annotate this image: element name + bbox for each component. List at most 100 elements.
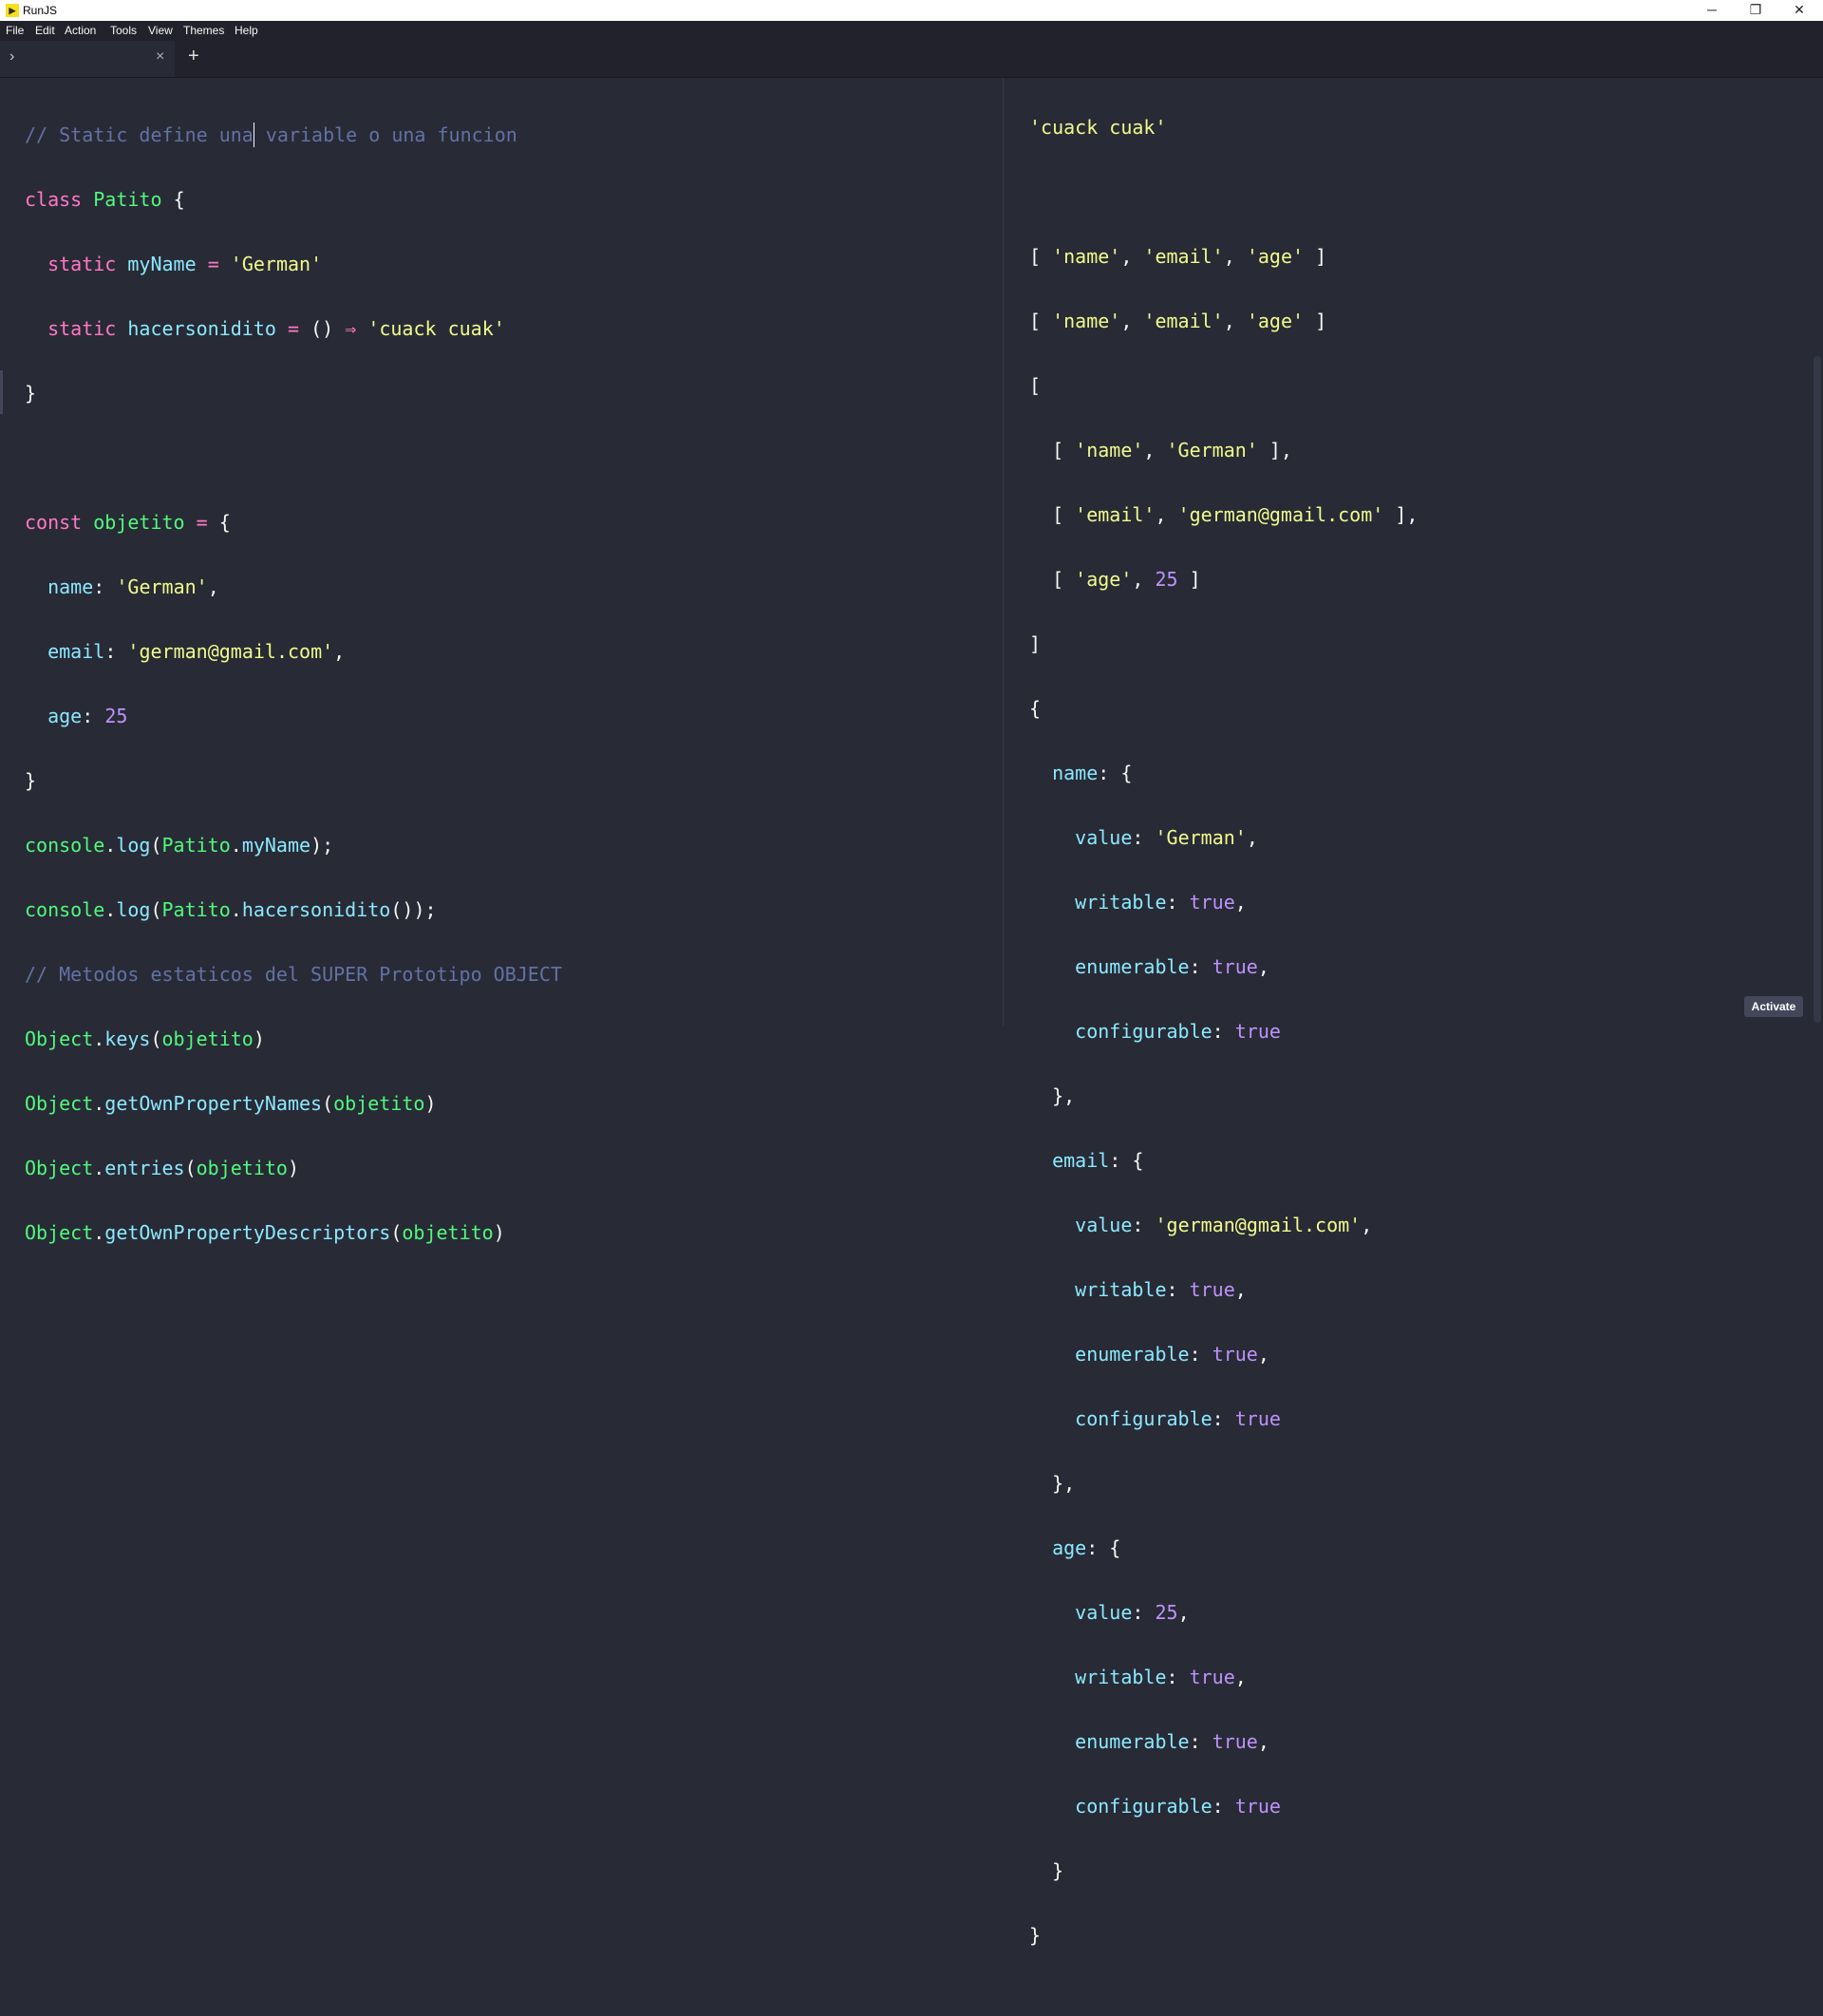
activate-button[interactable]: Activate	[1744, 996, 1803, 1017]
tab-bar: › × +	[0, 41, 1823, 78]
code-line-15: Object.keys(objetito)	[25, 1027, 265, 1050]
output-line: enumerable: true,	[1075, 1343, 1269, 1366]
output-line: enumerable: true,	[1075, 955, 1269, 978]
output-boolean: true	[1212, 1730, 1258, 1753]
output-boolean: true	[1189, 891, 1235, 914]
output-line: }	[1029, 1859, 1064, 1882]
output-line: value: 'german@gmail.com',	[1075, 1214, 1373, 1236]
output-key: configurable	[1075, 1407, 1212, 1430]
code-keyword: static	[47, 317, 117, 340]
output-line: [ 'age', 25 ]	[1029, 568, 1201, 591]
menu-tools[interactable]: Tools	[110, 24, 137, 37]
menu-themes[interactable]: Themes	[183, 24, 224, 37]
output-key: value	[1075, 826, 1133, 849]
output-key: enumerable	[1075, 1730, 1190, 1753]
output-string: 'german@gmail.com'	[1155, 1214, 1362, 1236]
code-object: console	[25, 834, 105, 857]
output-line: ]	[1029, 632, 1042, 655]
code-line-18: Object.getOwnPropertyDescriptors(objetit…	[25, 1221, 505, 1244]
code-object: Object	[25, 1092, 94, 1115]
code-number: 25	[104, 705, 128, 727]
output-line: writable: true,	[1075, 1278, 1247, 1301]
output-line: }	[1029, 1924, 1042, 1947]
code-line-4: static hacersonidito = () ⇒ 'cuack cuak'	[47, 317, 505, 340]
code-string: 'cuack cuak'	[367, 317, 505, 340]
code-method: log	[116, 898, 151, 921]
close-tab-icon[interactable]: ×	[156, 48, 164, 66]
menu-view[interactable]: View	[148, 24, 173, 37]
output-number: 25	[1155, 1601, 1178, 1624]
output-line: configurable: true	[1075, 1407, 1281, 1430]
menu-file[interactable]: File	[6, 24, 24, 37]
code-keyword: static	[47, 253, 117, 275]
code-line-1: // Static define una variable o una func…	[25, 119, 562, 151]
code-class-name: Patito	[161, 898, 231, 921]
output-key: writable	[1075, 891, 1167, 914]
output-line: configurable: true	[1075, 1020, 1281, 1043]
code-line-7: const objetito = {	[25, 511, 231, 534]
output-string: 'name'	[1052, 310, 1121, 332]
output-string: 'german@gmail.com'	[1177, 503, 1384, 526]
output-line: [	[1029, 374, 1042, 397]
close-window-button[interactable]: ✕	[1777, 0, 1821, 21]
menu-action[interactable]: Action	[65, 24, 96, 37]
output-key: writable	[1075, 1278, 1167, 1301]
menu-help[interactable]: Help	[235, 24, 258, 37]
output-line: configurable: true	[1075, 1795, 1281, 1818]
gutter-marker	[0, 370, 3, 414]
code-editor[interactable]: // Static define una variable o una func…	[0, 78, 1003, 1244]
chevron-right-icon: ›	[9, 48, 15, 65]
output-string: 'cuack cuak'	[1029, 116, 1167, 139]
code-class-name: Patito	[93, 188, 162, 211]
output-line: [ 'name', 'email', 'age' ]	[1029, 310, 1327, 332]
code-variable: objetito	[161, 1027, 254, 1050]
code-method: log	[116, 834, 151, 857]
output-line: },	[1029, 1472, 1076, 1495]
tab-untitled[interactable]: › ×	[0, 41, 175, 77]
code-variable: objetito	[196, 1157, 288, 1179]
code-key: email	[47, 640, 105, 663]
output-key: configurable	[1075, 1020, 1212, 1043]
output-line: value: 25,	[1075, 1601, 1190, 1624]
code-string: 'German'	[116, 575, 208, 598]
code-line-5: }	[25, 382, 37, 405]
code-keyword: class	[25, 188, 83, 211]
code-line-2: class Patito {	[25, 188, 185, 211]
add-tab-button[interactable]: +	[188, 46, 199, 67]
code-object: console	[25, 898, 105, 921]
output-line: [ 'name', 'email', 'age' ]	[1029, 245, 1327, 268]
code-string: 'German'	[230, 253, 323, 275]
output-boolean: true	[1234, 1795, 1281, 1818]
menu-bar: File Edit Action Tools View Themes Help	[0, 21, 1823, 41]
code-key: name	[47, 575, 94, 598]
code-object: Object	[25, 1027, 94, 1050]
title-bar: ▶ RunJS ─ ❐ ✕	[0, 0, 1823, 21]
code-method: keys	[104, 1027, 151, 1050]
output-string: 'German'	[1155, 826, 1247, 849]
maximize-button[interactable]: ❐	[1734, 0, 1777, 21]
output-code: 'cuack cuak' [ 'name', 'email', 'age' ] …	[1029, 79, 1418, 2016]
menu-edit[interactable]: Edit	[35, 24, 55, 37]
output-key: age	[1052, 1536, 1087, 1559]
output-string: 'name'	[1075, 439, 1144, 462]
output-key: enumerable	[1075, 1343, 1190, 1366]
output-string: 'email'	[1143, 245, 1224, 268]
minimize-button[interactable]: ─	[1690, 0, 1734, 21]
output-line: writable: true,	[1075, 891, 1247, 914]
code-property: myName	[241, 834, 311, 857]
code-property: hacersonidito	[241, 898, 391, 921]
code-method: getOwnPropertyNames	[104, 1092, 323, 1115]
editor-code[interactable]: // Static define una variable o una func…	[25, 86, 562, 1313]
output-key: configurable	[1075, 1795, 1212, 1818]
code-property: myName	[127, 253, 197, 275]
output-line: name: {	[1052, 762, 1133, 784]
output-key: email	[1052, 1149, 1110, 1172]
code-object: Object	[25, 1221, 94, 1244]
output-string: 'email'	[1143, 310, 1224, 332]
output-scrollbar[interactable]	[1814, 356, 1821, 1023]
code-comment: variable o una funcion	[254, 123, 517, 146]
output-key: writable	[1075, 1666, 1167, 1688]
output-boolean: true	[1189, 1278, 1235, 1301]
